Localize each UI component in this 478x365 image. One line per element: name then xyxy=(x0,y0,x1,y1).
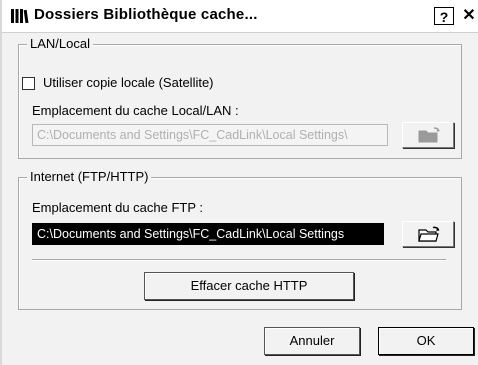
ftp-browse-button[interactable] xyxy=(402,221,454,247)
lan-local-legend: LAN/Local xyxy=(27,36,93,51)
lan-cache-location-label: Emplacement du cache Local/LAN : xyxy=(32,103,239,118)
cache-folders-dialog: Dossiers Bibliothèque cache... ? ✕ LAN/L… xyxy=(0,0,478,365)
use-local-copy-label[interactable]: Utiliser copie locale (Satellite) xyxy=(43,75,214,90)
separator xyxy=(32,259,446,261)
title-bar: Dossiers Bibliothèque cache... ? ✕ xyxy=(2,0,478,33)
open-folder-icon xyxy=(418,226,440,242)
use-local-copy-checkbox[interactable] xyxy=(22,77,35,90)
clear-http-cache-button[interactable]: Effacer cache HTTP xyxy=(144,272,354,300)
ftp-cache-location-field[interactable]: C:\Documents and Settings\FC_CadLink\Loc… xyxy=(32,223,384,245)
help-button[interactable]: ? xyxy=(434,7,454,25)
library-books-icon xyxy=(11,9,29,24)
open-folder-icon xyxy=(418,127,440,143)
lan-browse-button[interactable] xyxy=(402,122,454,148)
internet-legend: Internet (FTP/HTTP) xyxy=(27,169,152,184)
cancel-button[interactable]: Annuler xyxy=(264,327,360,355)
dialog-title: Dossiers Bibliothèque cache... xyxy=(34,6,258,23)
lan-cache-location-field[interactable]: C:\Documents and Settings\FC_CadLink\Loc… xyxy=(32,124,388,146)
ok-button[interactable]: OK xyxy=(378,327,474,355)
ftp-cache-location-label: Emplacement du cache FTP : xyxy=(32,200,204,215)
close-button[interactable]: ✕ xyxy=(458,7,478,25)
